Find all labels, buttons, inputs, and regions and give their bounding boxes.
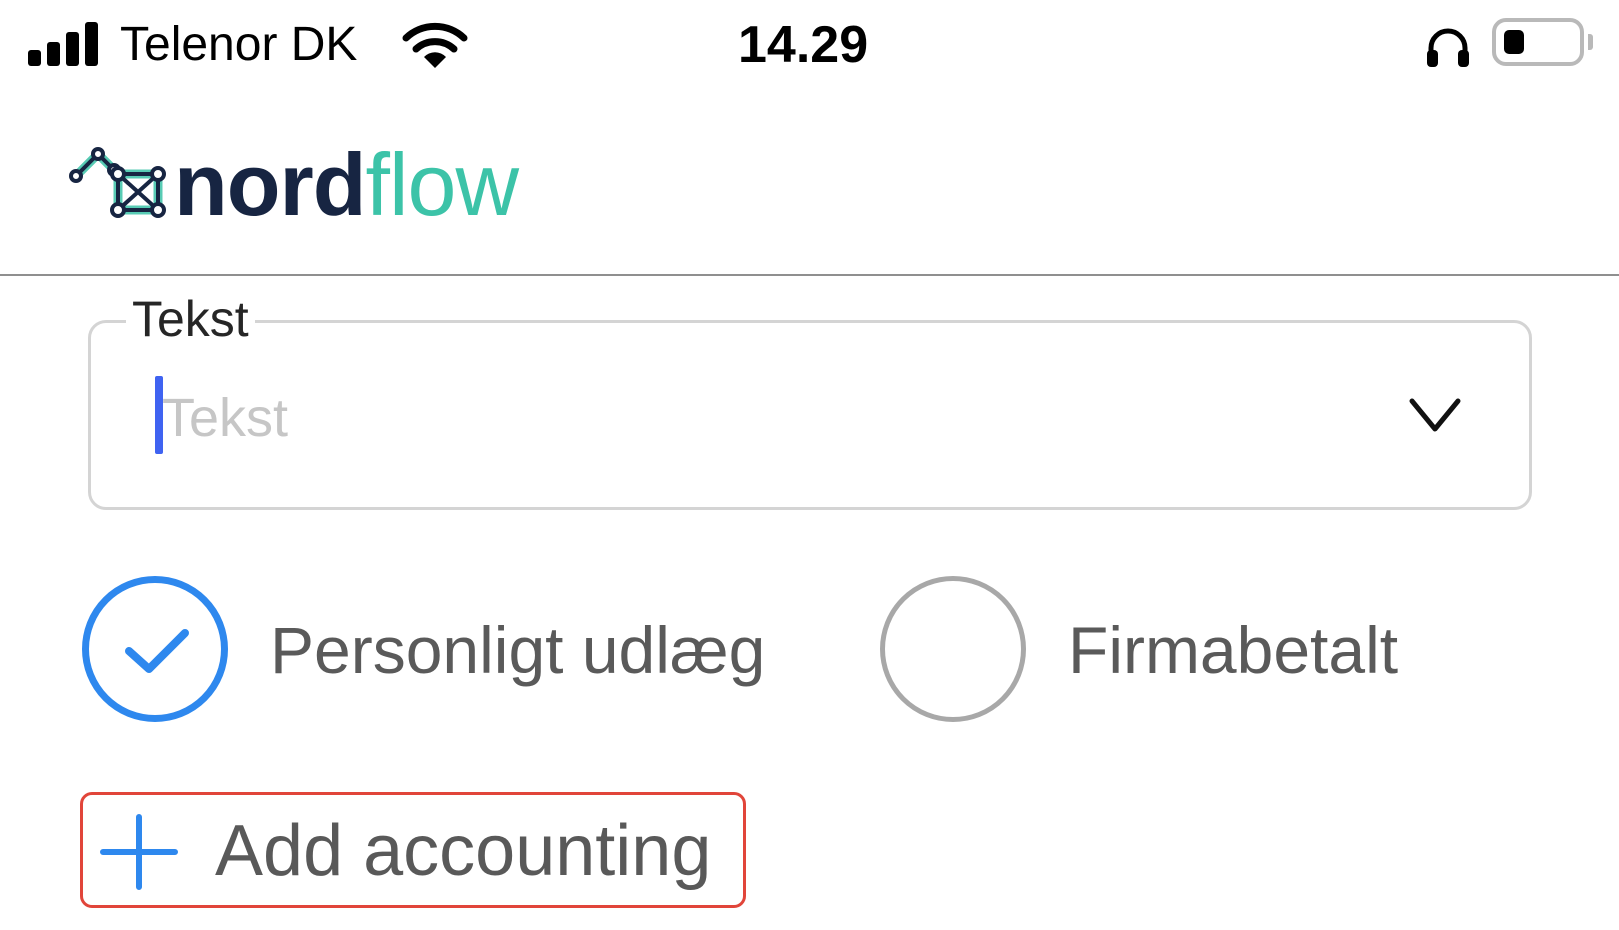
checkmark-icon (125, 629, 189, 673)
headphones-icon (1427, 28, 1469, 67)
add-accounting-button[interactable]: Add accounting (80, 792, 746, 908)
chevron-down-icon[interactable] (1408, 395, 1462, 437)
status-bar: Telenor DK 14.29 (0, 0, 1619, 90)
plus-icon (100, 814, 178, 890)
logo-flow-text: flow (365, 135, 519, 234)
app-header: nordflow (0, 90, 1619, 276)
battery-level (1504, 30, 1524, 54)
status-time: 14.29 (738, 16, 869, 74)
tekst-field-label: Tekst (126, 290, 255, 348)
carrier-name: Telenor DK (120, 18, 358, 71)
nordflow-logo: nordflow (66, 140, 519, 230)
tekst-input[interactable] (162, 380, 1362, 456)
radio-personligt-udlaeg[interactable] (82, 576, 228, 722)
radio-label-firmabetalt[interactable]: Firmabetalt (1068, 612, 1398, 688)
add-accounting-label: Add accounting (215, 811, 712, 891)
radio-label-personligt-udlaeg[interactable]: Personligt udlæg (270, 612, 765, 688)
cellular-signal-icon (28, 22, 100, 66)
wifi-icon (402, 22, 468, 68)
screen: Telenor DK 14.29 nordflow Tekst Tekst Pe… (0, 0, 1619, 930)
logo-wordmark: nordflow (174, 140, 519, 230)
radio-firmabetalt[interactable] (880, 576, 1026, 722)
logo-nord-text: nord (174, 135, 367, 234)
battery-icon (1492, 18, 1584, 66)
battery-tip (1588, 34, 1593, 50)
logo-mark-icon (69, 147, 166, 218)
